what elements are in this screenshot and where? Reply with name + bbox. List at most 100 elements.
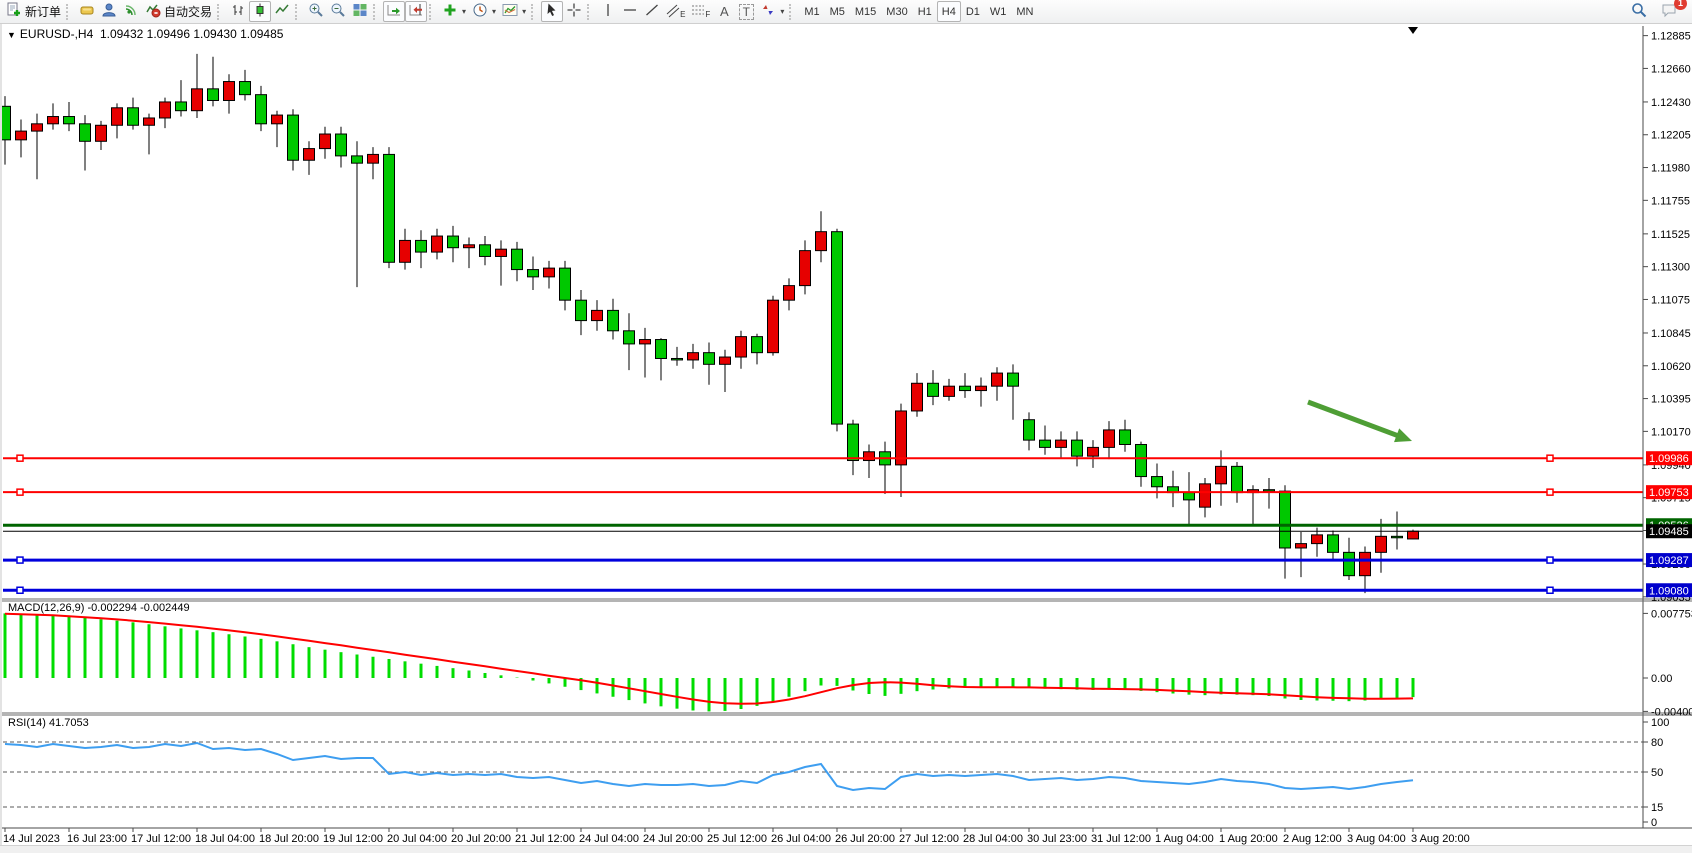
bar-chart-button[interactable] [227,1,249,22]
timeframe-m15-button[interactable]: M15 [850,1,881,22]
candle-bullish [800,251,811,286]
timeframe-h4-button[interactable]: H4 [937,1,961,22]
time-tick-label: 19 Jul 12:00 [323,833,383,845]
timeframe-m5-button[interactable]: M5 [825,1,850,22]
text-button[interactable]: A [713,1,735,22]
time-tick-label: 24 Jul 20:00 [643,833,703,845]
candle-bullish [896,411,907,465]
candle-bearish [384,154,395,262]
candlestick-chart-icon [252,2,268,21]
timeframe-w1-button[interactable]: W1 [985,1,1012,22]
search-button[interactable] [1628,1,1650,22]
chevron-down-icon[interactable]: ▾ [522,7,526,16]
timeframe-label: MN [1014,6,1035,18]
trendline-button[interactable] [641,1,663,22]
candle-bearish [1024,420,1035,440]
crosshair-button[interactable] [563,1,585,22]
auto-scroll-icon [386,2,402,21]
chevron-down-icon[interactable]: ▾ [780,7,784,16]
price-tick-label: 1.12885 [1651,31,1691,43]
horizontal-price-lines[interactable] [3,455,1643,593]
candle-bullish [1088,447,1099,456]
zoom-out-icon [330,2,346,21]
line-anchor[interactable] [17,557,23,563]
auto-scroll-button[interactable] [383,1,405,22]
timeframe-label: H4 [940,6,958,18]
text-label-icon: T [739,4,754,20]
signals-button[interactable] [120,1,142,22]
chart-shift-marker[interactable] [1408,27,1418,34]
rsi-indicator [5,743,1413,790]
timeframe-d1-button[interactable]: D1 [961,1,985,22]
timeframe-m30-button[interactable]: M30 [881,1,912,22]
timeframe-m1-button[interactable]: M1 [799,1,824,22]
chart-canvas[interactable]: 1.128851.126601.124301.122051.119801.117… [0,0,1692,852]
candlestick-chart-button[interactable] [249,1,271,22]
vertical-line-button[interactable] [597,1,619,22]
line-anchor[interactable] [17,455,23,461]
terminal-button[interactable] [98,1,120,22]
time-tick-label: 27 Jul 12:00 [899,833,959,845]
expand-panel-icon[interactable]: ▼ [7,30,16,40]
line-chart-icon [274,2,290,21]
zoom-in-button[interactable] [305,1,327,22]
candle-bearish [1008,373,1019,386]
price-tick-label: 1.11755 [1651,195,1690,207]
candle-bearish [1344,552,1355,575]
chat-button[interactable]: 1 [1658,1,1681,22]
rsi-tick-label: 0 [1651,817,1657,829]
line-anchor[interactable] [17,489,23,495]
line-chart-button[interactable] [271,1,293,22]
price-scale[interactable]: 1.128851.126601.124301.122051.119801.117… [1643,31,1692,829]
pane-frames [0,26,1692,828]
timeframe-mn-button[interactable]: MN [1011,1,1038,22]
crosshair-icon [566,2,582,21]
line-anchor[interactable] [17,587,23,593]
rsi-indicator-label: RSI(14) 41.7053 [8,717,89,729]
cursor-button[interactable] [541,1,563,22]
periods-button[interactable]: ▾ [469,1,499,22]
chevron-down-icon[interactable]: ▾ [492,7,496,16]
arrows-button[interactable]: ▾ [757,1,787,22]
price-badge-label: 1.09287 [1649,555,1689,567]
templates-button[interactable]: ▾ [499,1,529,22]
trend-arrow-annotation[interactable] [1308,402,1412,442]
equidistant-channel-button[interactable]: E [663,1,688,22]
candle-bearish [480,245,491,257]
line-anchor[interactable] [1547,489,1553,495]
candle-bearish [960,386,971,390]
toolbar-grip [295,4,301,20]
timeframe-h1-button[interactable]: H1 [913,1,937,22]
candle-bullish [16,131,27,140]
horizontal-line-button[interactable] [619,1,641,22]
line-anchor[interactable] [1547,587,1553,593]
toolbar-grip [429,4,435,20]
rsi-line [5,743,1413,790]
price-badge-label: 1.09485 [1649,526,1689,538]
chevron-down-icon[interactable]: ▾ [462,7,466,16]
candle-bullish [96,125,107,141]
tile-windows-button[interactable] [349,1,371,22]
candle-bearish [752,337,763,353]
vertical-line-icon [600,2,616,21]
fibonacci-button[interactable]: F [688,1,713,22]
market-watch-button[interactable] [76,1,98,22]
macd-indicator-label: MACD(12,26,9) -0.002294 -0.002449 [8,602,190,614]
indicators-button[interactable]: ▾ [439,1,469,22]
zoom-out-button[interactable] [327,1,349,22]
candle-bullish [144,118,155,125]
line-anchor[interactable] [1547,557,1553,563]
time-scale[interactable]: 14 Jul 202316 Jul 23:0017 Jul 12:0018 Ju… [3,828,1470,845]
new-order-icon [6,2,22,21]
chart-shift-button[interactable] [405,1,427,22]
autotrade-button[interactable]: 自动交易 [142,1,215,22]
candle-bearish [704,353,715,365]
candle-bearish [448,236,459,248]
text-label-button[interactable]: T [735,1,757,22]
line-anchor[interactable] [1547,455,1553,461]
candle-bearish [1392,536,1403,537]
zoom-in-icon [308,2,324,21]
arrow-shaft[interactable] [1308,402,1399,436]
new-order-button[interactable]: 新订单 [3,1,64,22]
toolbar-grip [66,4,72,20]
